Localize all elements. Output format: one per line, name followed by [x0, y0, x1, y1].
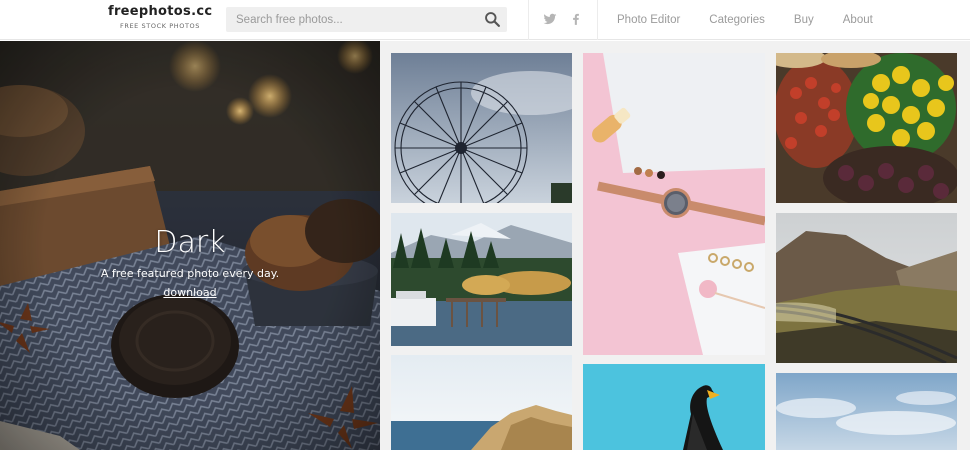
- photo-lake-town: [391, 213, 572, 346]
- photo-tile-railway[interactable]: [776, 213, 957, 363]
- photo-sky: [776, 373, 957, 450]
- nav-photo-editor[interactable]: Photo Editor: [617, 0, 680, 40]
- search-icon[interactable]: [484, 11, 501, 28]
- featured-caption: Dark A free featured photo every day. do…: [0, 224, 380, 302]
- nav-categories[interactable]: Categories: [709, 0, 765, 40]
- photo-tile-watch[interactable]: [583, 53, 765, 355]
- photo-sea-rocks: [391, 355, 572, 450]
- search-input[interactable]: [226, 7, 476, 32]
- photo-tile-eagle[interactable]: [583, 364, 765, 450]
- photo-tile-lake-town[interactable]: [391, 213, 572, 346]
- site-logo[interactable]: freephotos.cc FREE STOCK PHOTOS: [108, 3, 212, 32]
- download-link[interactable]: download: [163, 284, 216, 302]
- twitter-icon[interactable]: [543, 12, 557, 26]
- photo-eagle: [583, 364, 765, 450]
- photo-railway: [776, 213, 957, 363]
- nav-buy[interactable]: Buy: [794, 0, 814, 40]
- photo-tile-sea-rocks[interactable]: [391, 355, 572, 450]
- featured-title: Dark: [154, 225, 226, 260]
- nav-about[interactable]: About: [843, 0, 873, 40]
- photo-tile-ferris-wheel[interactable]: [391, 53, 572, 203]
- photo-grid: [380, 41, 970, 450]
- photo-fruit-market: [776, 53, 957, 203]
- facebook-icon[interactable]: [569, 12, 583, 26]
- social-links: [528, 0, 598, 40]
- photo-ferris-wheel: [391, 53, 572, 203]
- featured-subtitle: A free featured photo every day.: [100, 267, 280, 280]
- photo-tile-fruit-market[interactable]: [776, 53, 957, 203]
- logo-title[interactable]: freephotos.cc: [108, 3, 212, 20]
- main-nav: Photo Editor Categories Buy About: [598, 0, 883, 40]
- featured-photo[interactable]: Dark A free featured photo every day. do…: [0, 41, 380, 450]
- photo-tile-sky[interactable]: [776, 373, 957, 450]
- search-box: [226, 7, 507, 32]
- photo-watch: [583, 53, 765, 355]
- logo-subtitle: FREE STOCK PHOTOS: [120, 22, 200, 30]
- site-header: freephotos.cc FREE STOCK PHOTOS Photo Ed…: [0, 0, 970, 40]
